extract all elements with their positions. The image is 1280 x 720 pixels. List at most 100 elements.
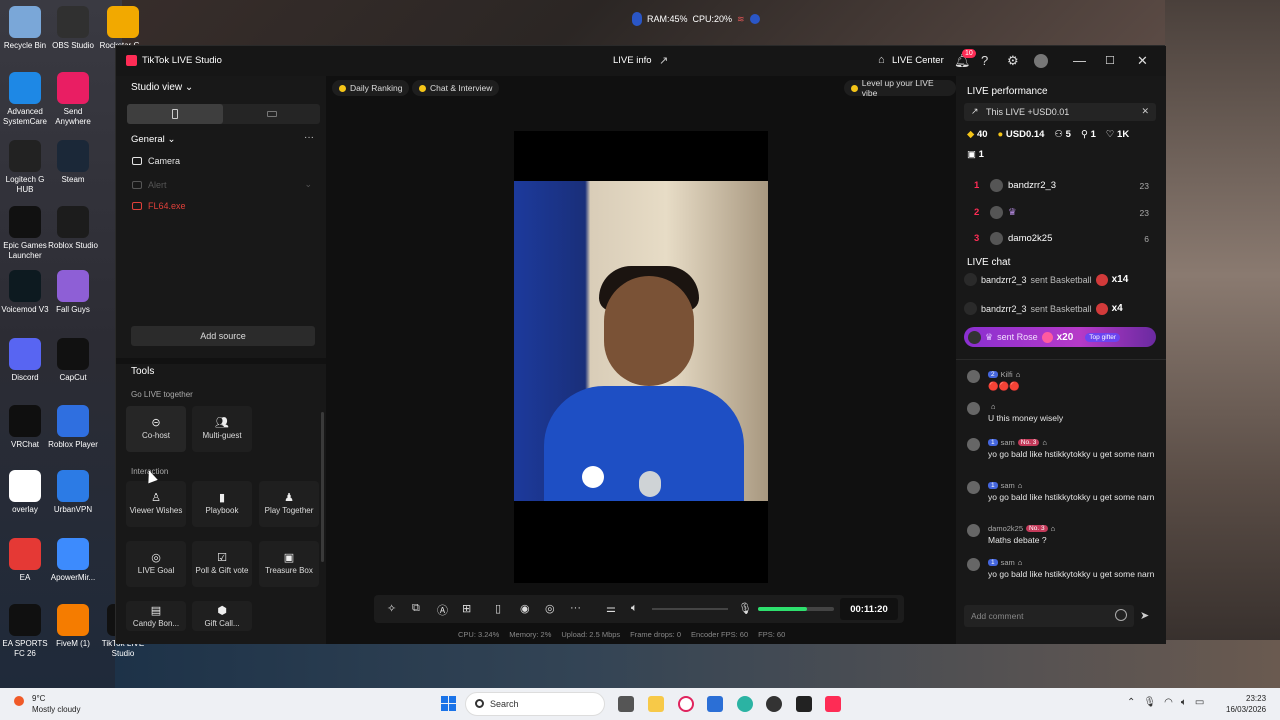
clock[interactable]: 23:23 16/03/2026 <box>1226 693 1266 715</box>
studio-view-dropdown[interactable]: Studio view ⌄ <box>131 82 193 93</box>
ranking-row[interactable]: 2 ♛ 23 <box>974 206 1149 219</box>
desktop-icon[interactable]: CapCut <box>45 338 101 383</box>
rose-icon <box>1041 331 1053 343</box>
chat-message[interactable]: 1 sam ⌂ yo go bald like hstikkytokky u get … <box>967 558 1157 579</box>
rank-number: 1 <box>974 180 980 191</box>
chat-username[interactable]: sam <box>1001 558 1015 567</box>
send-icon[interactable]: ➤ <box>1140 609 1149 622</box>
source-item-fl64[interactable]: FL64.exe <box>132 201 186 211</box>
help-icon[interactable]: ? <box>981 53 988 68</box>
chat-message[interactable]: 2 Kilfi ⌂ 🔴🔴🔴 <box>967 370 1157 391</box>
comment-input[interactable]: Add comment <box>964 605 1134 627</box>
level-up-button[interactable]: Level up your LIVE vibe <box>844 78 956 98</box>
tools-scrollbar[interactable] <box>321 412 324 562</box>
ai-icon[interactable]: Ⓐ <box>437 602 448 618</box>
phone-icon[interactable]: ▯ <box>495 602 501 615</box>
landscape-mode-button[interactable] <box>223 104 320 124</box>
live-info-button[interactable]: LIVE info <box>613 55 652 66</box>
gear-icon[interactable]: ⚙ <box>1007 53 1019 69</box>
candy-tool[interactable]: ▤ Candy Bon... <box>126 601 186 631</box>
mixer-icon[interactable]: ⚌ <box>606 602 616 615</box>
desktop-icon[interactable]: Roblox Player <box>45 405 101 450</box>
chevron-up-icon[interactable]: ⌃ <box>1127 697 1135 708</box>
microphone-icon[interactable]: 🎙︎ <box>1143 697 1156 708</box>
more-icon[interactable]: ··· <box>570 602 581 614</box>
viewer-wishes-tool[interactable]: ♙ Viewer Wishes <box>126 481 186 527</box>
speaker-icon[interactable]: 🔈︎ <box>1181 697 1187 708</box>
studio-view-label: Studio view <box>131 82 183 93</box>
add-source-button[interactable]: Add source <box>131 326 315 346</box>
scene-dropdown[interactable]: General ⌄ <box>131 134 175 145</box>
desktop-icon[interactable]: ApowerMir... <box>45 538 101 583</box>
live-center-button[interactable]: LIVE Center <box>892 55 944 66</box>
chat-message[interactable]: damo2k25 No. 3 ⌂ Maths debate ? <box>967 524 1157 545</box>
add-media-icon[interactable]: ⊞ <box>462 602 471 615</box>
camera-settings-icon[interactable]: ◎ <box>545 602 555 615</box>
desktop-icon[interactable]: Send Anywhere <box>45 72 101 127</box>
chat-message[interactable]: 1 sam ⌂ yo go bald like hstikkytokky u get … <box>967 481 1157 502</box>
desktop-icon-label: Roblox Studio <box>48 241 98 250</box>
chat-username[interactable]: Kilfi <box>1001 370 1013 379</box>
start-button[interactable] <box>441 696 456 711</box>
desktop-icon[interactable]: Fall Guys <box>45 270 101 315</box>
file-explorer-icon[interactable] <box>648 696 664 712</box>
emoji-icon[interactable] <box>1115 609 1127 621</box>
chat-message[interactable]: 1 sam No. 3 ⌂ yo go bald like hstikkytokky u… <box>967 438 1157 459</box>
wifi-icon[interactable]: ◠ <box>1164 697 1173 708</box>
co-host-tool[interactable]: ⊝ Co-host <box>126 406 186 452</box>
taskbar-search[interactable]: Search <box>465 692 605 716</box>
gift-count: x20 <box>1056 331 1074 343</box>
source-item-camera[interactable]: Camera <box>132 156 180 166</box>
play-together-tool[interactable]: ♟ Play Together <box>259 481 319 527</box>
ranking-row[interactable]: 3 damo2k25 6 <box>974 232 1149 245</box>
maximize-icon[interactable]: ☐ <box>1105 54 1115 67</box>
chat-username[interactable]: sam <box>1001 481 1015 490</box>
playbook-tool[interactable]: ▮ Playbook <box>192 481 252 527</box>
source-item-alert[interactable]: Alert ⌄ <box>132 179 312 190</box>
desktop-icon[interactable]: OBS Studio <box>45 6 101 51</box>
avatar <box>990 179 1003 192</box>
shirt-crest <box>582 466 604 488</box>
close-icon[interactable]: ✕ <box>1137 53 1148 69</box>
desktop-icon[interactable]: Roblox Studio <box>45 206 101 251</box>
stat-item: Memory: 2% <box>509 630 552 639</box>
close-icon[interactable]: ✕ <box>1141 106 1149 117</box>
desktop-icon[interactable]: FiveM (1) <box>45 604 101 649</box>
record-icon[interactable]: ◉ <box>520 602 530 615</box>
opera-icon[interactable] <box>678 696 694 712</box>
daily-ranking-button[interactable]: Daily Ranking <box>332 80 410 96</box>
store-icon[interactable] <box>707 696 723 712</box>
speaker-icon[interactable]: 🔈︎ <box>631 602 638 615</box>
mic-level-meter[interactable] <box>758 607 834 611</box>
live-goal-tool[interactable]: ◎ LIVE Goal <box>126 541 186 587</box>
desktop-icon[interactable]: UrbanVPN <box>45 470 101 515</box>
poll-gift-vote-tool[interactable]: ☑ Poll & Gift vote <box>192 541 252 587</box>
desktop-icon[interactable]: Steam <box>45 140 101 185</box>
effects-icon[interactable]: ✧ <box>387 602 396 615</box>
ranking-row[interactable]: 1 bandzrr2_3 23 <box>974 179 1149 192</box>
obs-icon[interactable] <box>766 696 782 712</box>
weather-widget[interactable]: 9°C Mostly cloudy <box>14 693 80 715</box>
multi-guest-tool[interactable]: 👥︎ Multi-guest <box>192 406 252 452</box>
avatar[interactable] <box>1034 54 1048 68</box>
task-view-icon[interactable] <box>618 696 634 712</box>
gift-call-tool[interactable]: ⬢ Gift Call... <box>192 601 252 631</box>
minimize-icon[interactable]: — <box>1073 53 1086 68</box>
battery-icon[interactable]: ▭ <box>1195 697 1204 708</box>
edge-icon[interactable] <box>737 696 753 712</box>
treasure-box-tool[interactable]: ▣ Treasure Box <box>259 541 319 587</box>
voicemod-icon[interactable] <box>796 696 812 712</box>
chat-message[interactable]: ⌂ U this money wisely <box>967 402 1157 423</box>
layout-icon[interactable]: ⧉ <box>412 602 420 615</box>
microphone-icon[interactable]: 🎙︎ <box>738 602 752 615</box>
more-options-icon[interactable]: ··· <box>304 132 314 143</box>
tiktok-icon[interactable] <box>825 696 841 712</box>
expand-icon[interactable] <box>749 14 760 24</box>
chat-username[interactable]: sam <box>1001 438 1015 447</box>
chat-username[interactable]: damo2k25 <box>988 524 1023 533</box>
stat-item: CPU: 3.24% <box>458 630 500 639</box>
share-icon[interactable]: ↗ <box>659 54 668 67</box>
chat-interview-button[interactable]: Chat & Interview <box>412 80 500 96</box>
portrait-mode-button[interactable] <box>127 104 223 124</box>
volume-slider[interactable] <box>652 608 728 610</box>
